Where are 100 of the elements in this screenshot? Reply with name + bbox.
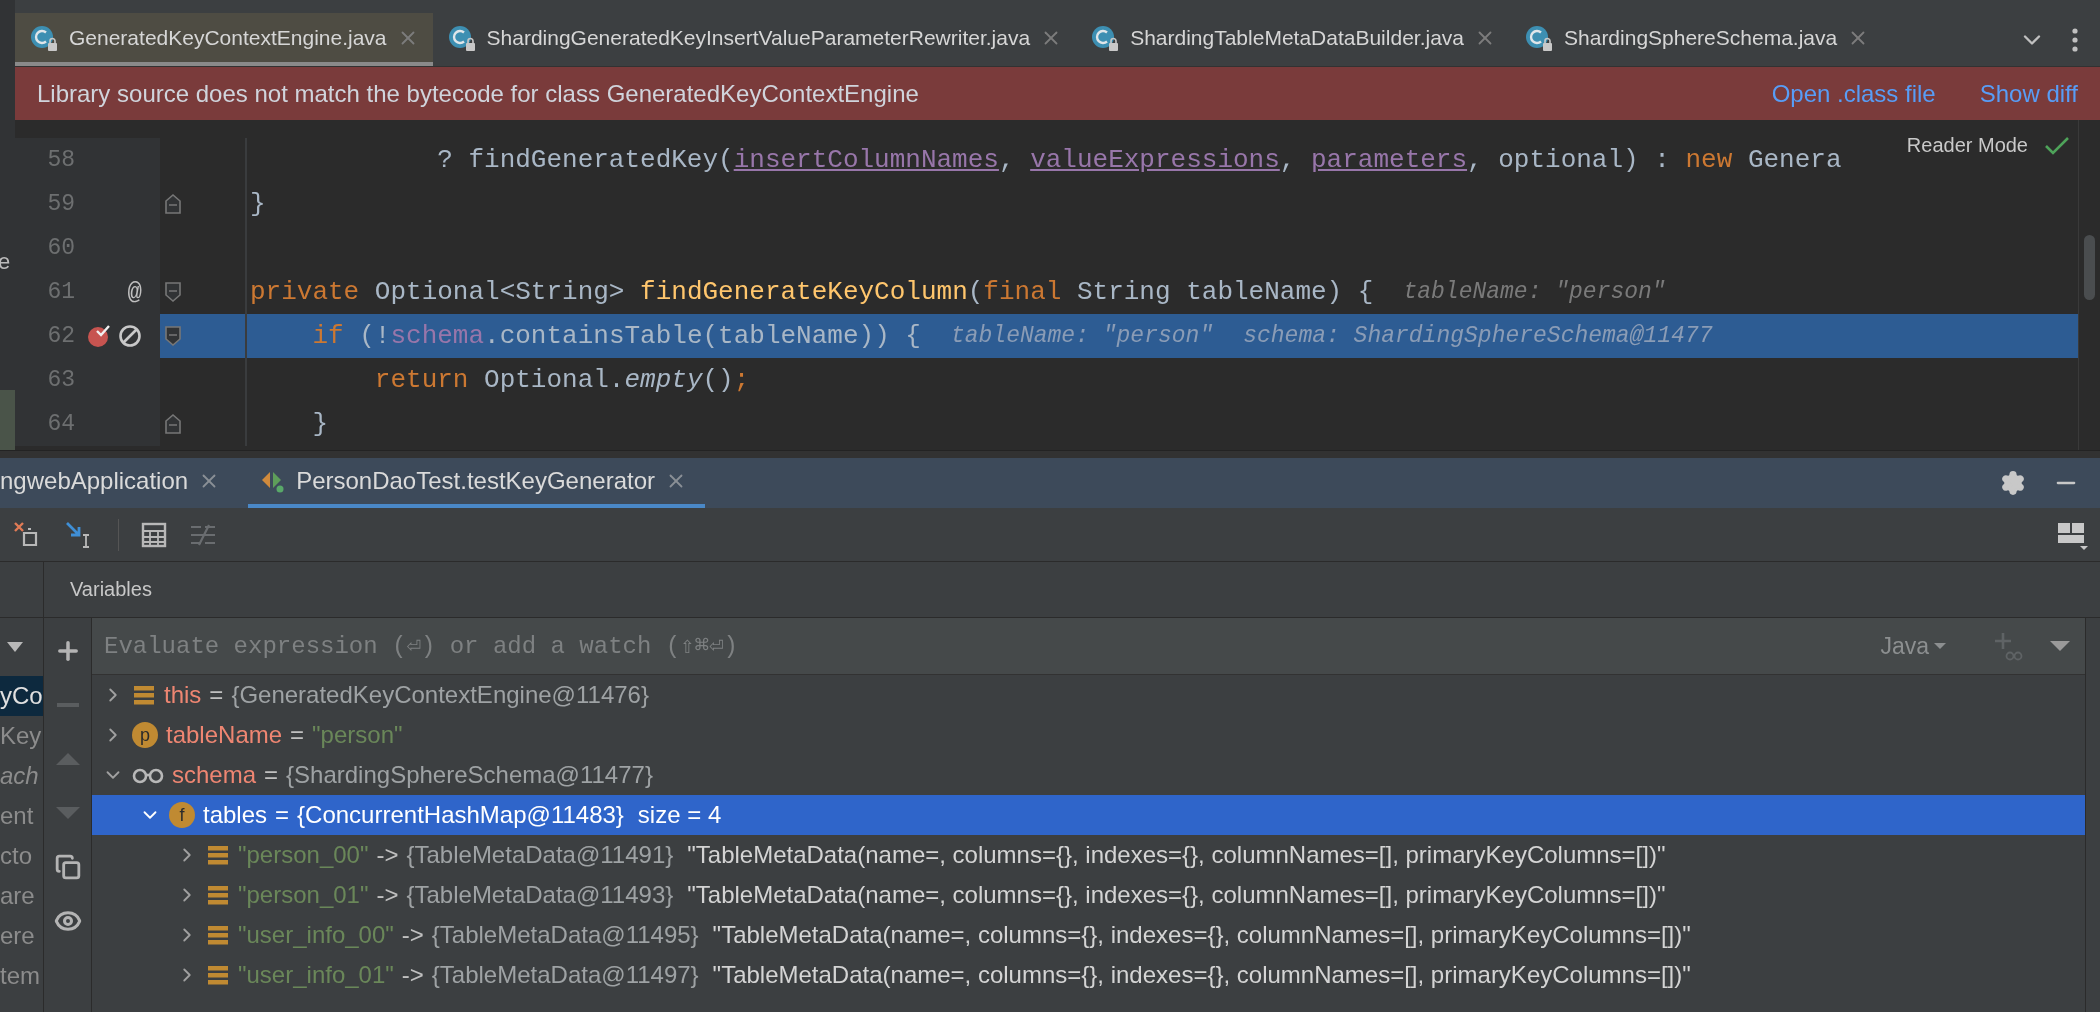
variable-value: "person" [312,721,403,749]
operator: -> [376,881,399,909]
triangle-down-icon [54,806,81,820]
fold-marker-icon[interactable] [164,324,182,348]
operator: = [275,801,290,829]
banner-link[interactable]: Show diff [1979,79,2078,108]
scrollbar-thumb[interactable] [2084,235,2095,300]
variable-name: "person_00" [238,841,369,869]
operator: = [290,721,305,749]
frame-item[interactable]: ent [0,796,43,836]
variable-name: schema [172,761,257,789]
frame-item[interactable]: yCo [0,676,43,716]
stack-icon [206,923,230,947]
debug-tab[interactable]: ngwebApplication [0,458,249,508]
inline-hint: tableName: "person" [950,323,1214,349]
settings-icon[interactable] [2000,470,2026,496]
line-number: 60 [15,226,75,270]
stack-icon [206,963,230,987]
operator: -> [376,841,399,869]
more-icon[interactable] [2072,26,2078,53]
variable-value: {TableMetaData@11491} [406,841,674,869]
check-icon [2044,134,2070,157]
variable-name: "user_info_01" [238,961,394,989]
variable-row[interactable]: "person_01" -> {TableMetaData@11493} "TableMetaData(name=, columns={}, indexes={}, columnNames=[], primaryKeyColumns=[])" [92,875,2085,915]
code-line: } [250,189,266,219]
fold-marker-icon[interactable] [164,412,182,436]
dropdown-icon[interactable] [6,641,24,653]
banner-message: Library source does not match the bytecode for class GeneratedKeyContextEngine [37,79,919,108]
variable-name: "user_info_00" [238,921,394,949]
line-number: 58 [15,138,75,182]
variable-value: {ConcurrentHashMap@11483} [297,801,624,829]
variable-value: {ShardingSphereSchema@11477} [286,761,653,789]
line-number: 63 [15,358,75,402]
variable-value: {TableMetaData@11493} [406,881,674,909]
line-number: 61 [15,270,75,314]
code-line: return Optional.empty(); [373,365,750,395]
reader-mode-link[interactable]: Reader Mode [1906,134,2028,157]
gutter-cell[interactable]: @ [75,270,160,314]
operator: -> [401,921,424,949]
variable-badge-icon: f [169,802,195,828]
evaluate-expression-field[interactable]: Evaluate expression (⏎) or add a watch (⇧⌘⏎) [92,618,1875,674]
editor-tab[interactable]: ShardingGeneratedKeyInsertValueParameterRewriter.java [432,13,1077,66]
prohibited-icon[interactable] [118,324,142,348]
code-line: ? findGeneratedKey(insertColumnNames, valueExpressions, parameters, optional) : new Genera [436,145,1842,175]
glasses-icon [132,766,164,784]
frame-item[interactable]: are [0,876,43,916]
variable-name: tables [203,801,268,829]
variable-row[interactable]: schema = {ShardingSphereSchema@11477} [92,755,2085,795]
dropdown-icon[interactable] [2049,640,2071,652]
variable-row[interactable]: "person_00" -> {TableMetaData@11491} "TableMetaData(name=, columns={}, indexes={}, columnNames=[], primaryKeyColumns=[])" [92,835,2085,875]
frame-item[interactable]: ere [0,916,43,956]
variable-detail: "TableMetaData(name=, columns={}, indexes={}, columnNames=[], primaryKeyColumns=[])" [687,881,1666,909]
variable-name: this [164,681,202,709]
triangle-up-icon [54,752,81,766]
variable-detail: "TableMetaData(name=, columns={}, indexes={}, columnNames=[], primaryKeyColumns=[])" [687,841,1666,869]
side-panel-block [0,390,15,450]
frame-item[interactable]: cto [0,836,43,876]
banner-link[interactable]: Open .class file [1771,79,1936,108]
variable-row[interactable]: "user_info_00" -> {TableMetaData@11495} "TableMetaData(name=, columns={}, indexes={}, columnNames=[], primaryKeyColumns=[])" [92,915,2085,955]
editor-tab[interactable]: GeneratedKeyContextEngine.java [15,13,433,66]
variable-badge-icon: p [132,722,158,748]
line-number: 62 [15,314,75,358]
gutter-mark[interactable]: @ [127,278,142,306]
fold-marker-icon[interactable] [164,280,182,304]
operator: -> [401,961,424,989]
variable-value: {GeneratedKeyContextEngine@11476} [231,681,649,709]
operator: = [264,761,279,789]
variable-value: {TableMetaData@11495} [431,921,699,949]
inline-hint: tableName: "person" [1403,279,1666,305]
variables-title: Variables [70,578,152,601]
operator: = [209,681,224,709]
fold-marker-icon[interactable] [164,192,182,216]
caret-icon [1933,642,1947,650]
variable-row[interactable]: p tableName = "person" [92,715,2085,755]
frame-item[interactable]: ach [0,756,43,796]
inline-hint: schema: ShardingSphereSchema@11477 [1243,323,1713,349]
variable-detail: "TableMetaData(name=, columns={}, indexes={}, columnNames=[], primaryKeyColumns=[])" [712,921,1691,949]
list-strike-icon[interactable] [189,522,217,547]
code-line: if (!schema.containsTable(tableName)) { [311,321,921,351]
frame-item[interactable]: Key [0,716,43,756]
frame-item[interactable]: tem [0,956,43,996]
stack-icon [132,683,156,707]
variable-row[interactable]: f tables = {ConcurrentHashMap@11483} size = 4 [92,795,2085,835]
stack-icon [206,843,230,867]
variable-name: tableName [166,721,283,749]
code-line: private Optional<String> findGenerateKeyColumn(final String tableName) { [250,277,1374,307]
copy-icon [54,854,81,880]
variable-value: {TableMetaData@11497} [431,961,699,989]
stack-icon [206,883,230,907]
variable-row[interactable]: "user_info_01" -> {TableMetaData@11497} "TableMetaData(name=, columns={}, indexes={}, columnNames=[], primaryKeyColumns=[])" [92,955,2085,995]
code-line: } [311,409,328,439]
variable-detail: size = 4 [637,801,722,829]
line-number: 59 [15,182,75,226]
editor-tab[interactable]: ShardingSphereSchema.java [1510,13,1884,66]
table-icon[interactable] [141,521,167,548]
variable-name: "person_01" [238,881,369,909]
editor-tab[interactable]: ShardingTableMetaDataBuilder.java [1076,13,1510,66]
breakpoint-icon[interactable] [86,323,112,349]
variable-detail: "TableMetaData(name=, columns={}, indexes={}, columnNames=[], primaryKeyColumns=[])" [712,961,1691,989]
variable-row[interactable]: this = {GeneratedKeyContextEngine@11476} [92,675,2085,715]
